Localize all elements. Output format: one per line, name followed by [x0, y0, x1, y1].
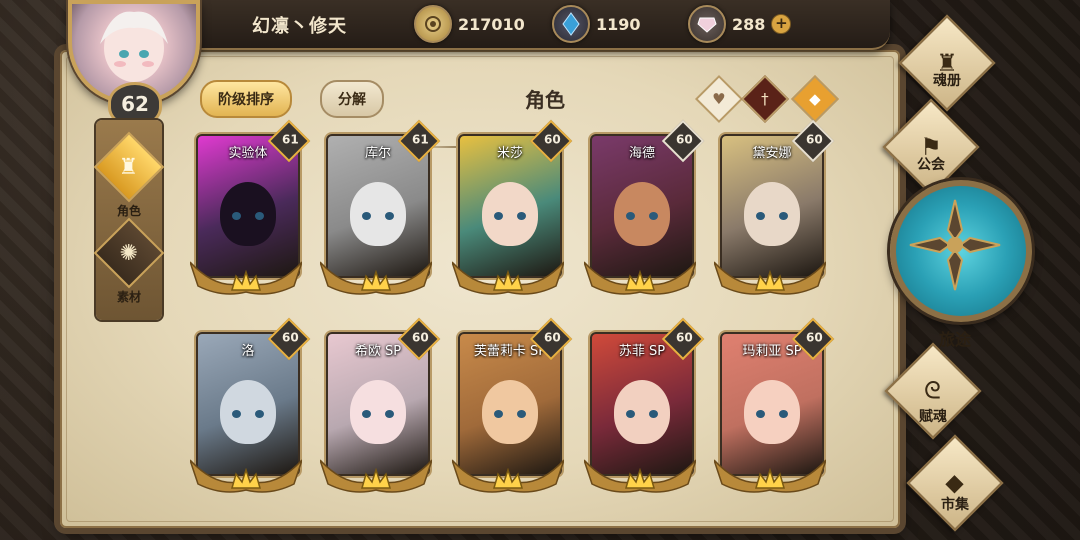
nav-journey[interactable]: 旅途: [890, 180, 1032, 349]
rank-crown-icon: [493, 270, 523, 291]
heart-icon: ♥: [712, 89, 726, 108]
character-card[interactable]: 芙蕾莉卡 SP 60: [452, 317, 573, 500]
character-level: 60: [676, 330, 693, 345]
character-level: 60: [282, 330, 299, 345]
helmet-icon: ♜: [93, 131, 165, 203]
character-eyes: [756, 410, 788, 418]
character-level: 60: [676, 132, 693, 147]
pink-gem-icon: [688, 5, 726, 43]
crystal-resource: 1190: [552, 5, 641, 43]
helmet-icon: ♜: [898, 14, 996, 112]
character-eyes: [362, 410, 394, 418]
nav-label: 赋魂: [919, 409, 947, 425]
left-nav-label: 角色: [116, 204, 141, 218]
rank-crown-icon: [625, 270, 655, 291]
nav-label: 魂册: [933, 73, 961, 89]
character-card[interactable]: 苏菲 SP 60: [584, 317, 705, 500]
rank-crown-icon: [231, 270, 261, 291]
nav-label: 公会: [917, 157, 945, 173]
gold-amount: 217010: [458, 14, 525, 34]
rank-crown-icon: [755, 270, 785, 291]
character-eyes: [494, 410, 526, 418]
gem-amount: 288: [732, 14, 766, 34]
nav-soul-infuse[interactable]: ᘓ 赋魂: [878, 342, 988, 440]
sort-by-rank-button[interactable]: 阶级排序: [200, 80, 292, 118]
character-card[interactable]: 米莎 60: [452, 119, 573, 302]
left-nav: ♜ 角色 ✺ 素材: [93, 120, 165, 320]
add-gem-button[interactable]: +: [771, 14, 792, 34]
gold-coin-icon: [414, 5, 452, 43]
nav-label: 市集: [941, 497, 969, 513]
character-card[interactable]: 玛莉亚 SP 60: [714, 317, 835, 500]
character-level: 60: [544, 330, 561, 345]
gold-resource: 217010: [414, 5, 525, 43]
character-eyes: [362, 212, 394, 220]
character-eyes: [626, 410, 658, 418]
nav-market[interactable]: ◆ 市集: [900, 434, 1010, 532]
character-eyes: [232, 212, 264, 220]
character-eyes: [494, 212, 526, 220]
character-card[interactable]: 海德 60: [584, 119, 705, 302]
rank-crown-icon: [625, 468, 655, 489]
character-card[interactable]: 洛 60: [190, 317, 311, 500]
character-level: 60: [806, 132, 823, 147]
rank-crown-icon: [361, 270, 391, 291]
character-eyes: [626, 212, 658, 220]
player-avatar-frame[interactable]: 62: [62, 0, 200, 128]
gem-icon: ◆: [906, 434, 1004, 532]
character-level: 61: [412, 132, 429, 147]
crystal-amount: 1190: [596, 14, 641, 34]
character-eyes: [232, 410, 264, 418]
compass-emblem-icon: [890, 180, 1032, 322]
character-card[interactable]: 希欧 SP 60: [320, 317, 441, 500]
nav-guild[interactable]: ⚑ 公会: [876, 98, 986, 196]
gem-resource: 288 +: [688, 5, 792, 43]
character-eyes: [756, 212, 788, 220]
shield-icon: ◆: [809, 89, 821, 108]
blue-crystal-icon: [552, 5, 590, 43]
rank-crown-icon: [361, 468, 391, 489]
decompose-button[interactable]: 分解: [320, 80, 384, 118]
left-nav-item-materials[interactable]: ✺ 素材: [93, 217, 165, 305]
nav-label: 旅途: [938, 330, 971, 349]
character-level: 61: [282, 132, 299, 147]
rank-crown-icon: [493, 468, 523, 489]
left-nav-label: 素材: [116, 290, 141, 304]
section-title: 角色: [525, 88, 565, 112]
character-level: 60: [412, 330, 429, 345]
character-card[interactable]: 实验体 61: [190, 119, 311, 302]
sword-icon: †: [761, 90, 769, 108]
left-nav-item-characters[interactable]: ♜ 角色: [93, 131, 165, 219]
rank-crown-icon: [231, 468, 261, 489]
character-card[interactable]: 库尔 61: [320, 119, 441, 302]
player-name: 幻凛丶修天: [252, 16, 347, 37]
nav-soul-book[interactable]: ♜ 魂册: [892, 14, 1002, 112]
character-card[interactable]: 黛安娜 60: [714, 119, 835, 302]
character-level: 60: [544, 132, 561, 147]
beast-icon: ✺: [93, 217, 165, 289]
rank-crown-icon: [755, 468, 785, 489]
character-level: 60: [806, 330, 823, 345]
